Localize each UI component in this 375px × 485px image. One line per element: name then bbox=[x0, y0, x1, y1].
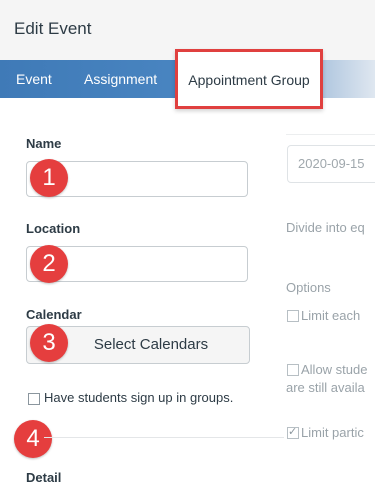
dialog-title: Edit Event bbox=[14, 19, 92, 38]
section-divider bbox=[44, 437, 284, 438]
date-input[interactable]: 2020-09-15 bbox=[287, 145, 375, 183]
tab-event[interactable]: Event bbox=[16, 60, 52, 98]
divide-label: Divide into eq bbox=[286, 220, 365, 235]
options-label: Options bbox=[286, 280, 331, 295]
option-2-label: Allow stude bbox=[301, 362, 368, 377]
step-badge-4: 4 bbox=[14, 420, 52, 458]
group-signup-checkbox[interactable] bbox=[28, 393, 40, 405]
step-badge-2: 2 bbox=[30, 245, 68, 283]
option-2-label-line2: are still availa bbox=[286, 380, 365, 395]
step-badge-3: 3 bbox=[30, 324, 68, 362]
option-3-checkbox[interactable] bbox=[287, 425, 299, 439]
option-2-checkbox[interactable] bbox=[287, 364, 299, 376]
right-panel-divider bbox=[286, 134, 375, 135]
location-label: Location bbox=[26, 221, 81, 236]
option-3-label: Limit partic bbox=[301, 425, 364, 440]
group-signup-label: Have students sign up in groups. bbox=[44, 390, 234, 405]
right-panel: 2020-09-15 Divide into eq Options Limit … bbox=[286, 98, 375, 480]
details-label: Detail bbox=[26, 470, 62, 485]
option-1-checkbox[interactable] bbox=[287, 310, 299, 322]
calendar-label: Calendar bbox=[26, 307, 82, 322]
step-badge-1: 1 bbox=[30, 159, 68, 197]
option-1-label: Limit each bbox=[301, 308, 361, 323]
tab-assignment[interactable]: Assignment bbox=[84, 60, 157, 98]
name-label: Name bbox=[26, 136, 62, 151]
